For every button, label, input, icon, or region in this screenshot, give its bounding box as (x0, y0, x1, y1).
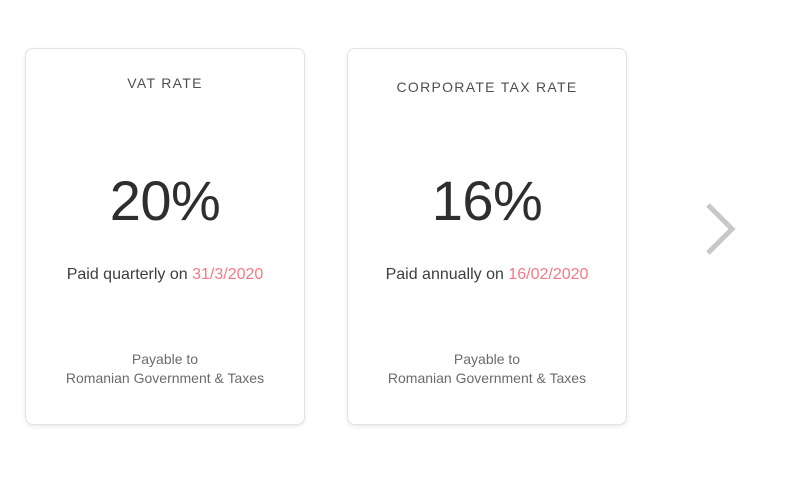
card-title: VAT RATE (127, 75, 203, 91)
card-title: CORPORATE TAX RATE (396, 79, 578, 95)
payable-to: Payable to Romanian Government & Taxes (348, 350, 626, 388)
next-card-button[interactable] (702, 202, 738, 256)
vat-rate-card: VAT RATE 20% Paid quarterly on 31/3/2020… (25, 48, 305, 425)
payee-name: Romanian Government & Taxes (65, 370, 265, 386)
rate-value: 16% (431, 169, 543, 232)
chevron-right-icon (706, 203, 736, 255)
payment-date: 16/02/2020 (508, 266, 589, 283)
payment-schedule: Paid quarterly on 31/3/2020 (26, 265, 304, 285)
rate-value: 20% (109, 169, 221, 232)
payable-label: Payable to (453, 351, 521, 367)
corporate-tax-rate-card: CORPORATE TAX RATE 16% Paid annually on … (347, 48, 627, 425)
payable-label: Payable to (131, 351, 199, 367)
payee-name: Romanian Government & Taxes (387, 370, 587, 386)
payment-frequency-text: Paid annually on (385, 266, 509, 283)
payable-to: Payable to Romanian Government & Taxes (26, 350, 304, 388)
payment-schedule: Paid annually on 16/02/2020 (348, 265, 626, 285)
payment-date: 31/3/2020 (192, 266, 264, 283)
payment-frequency-text: Paid quarterly on (66, 266, 193, 283)
